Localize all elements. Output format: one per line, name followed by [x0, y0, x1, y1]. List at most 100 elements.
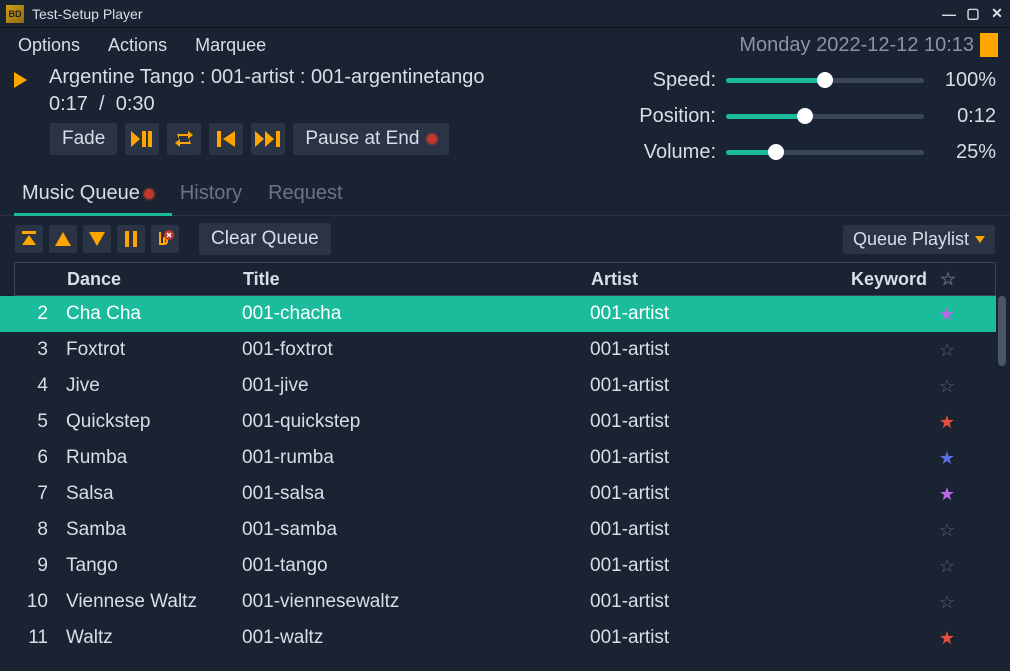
row-dance: Samba: [58, 519, 238, 541]
table-row[interactable]: 9Tango001-tango001-artist☆: [14, 548, 996, 584]
minimize-icon[interactable]: —: [942, 7, 956, 21]
favorite-star-icon[interactable]: ★: [932, 412, 962, 433]
table-row[interactable]: 6Rumba001-rumba001-artist★: [14, 440, 996, 476]
row-artist: 001-artist: [586, 339, 834, 361]
chevron-down-icon: [975, 236, 985, 243]
pause-at-end-button[interactable]: Pause at End: [292, 122, 450, 156]
row-dance: Salsa: [58, 483, 238, 505]
move-top-button[interactable]: [14, 224, 44, 254]
row-artist: 001-artist: [586, 555, 834, 577]
row-title: 001-waltz: [238, 627, 586, 649]
row-number: 7: [14, 483, 58, 505]
menu-marquee[interactable]: Marquee: [181, 31, 280, 60]
row-artist: 001-artist: [586, 303, 834, 325]
favorite-star-icon[interactable]: ☆: [932, 520, 962, 541]
favorite-star-icon[interactable]: ★: [932, 448, 962, 469]
move-up-button[interactable]: [48, 224, 78, 254]
play-pause-button[interactable]: [124, 122, 160, 156]
table-row[interactable]: 5Quickstep001-quickstep001-artist★: [14, 404, 996, 440]
speed-slider[interactable]: [726, 78, 924, 83]
row-dance: Waltz: [58, 627, 238, 649]
menu-options[interactable]: Options: [12, 31, 94, 60]
queue-indicator-icon: [144, 189, 154, 199]
row-artist: 001-artist: [586, 591, 834, 613]
queue-playlist-dropdown[interactable]: Queue Playlist: [842, 224, 996, 255]
volume-slider-row: Volume: 25%: [616, 138, 996, 166]
row-title: 001-quickstep: [238, 411, 586, 433]
scrollbar[interactable]: [998, 296, 1006, 366]
queue-toolbar: Clear Queue Queue Playlist: [0, 216, 1010, 262]
window-title: Test-Setup Player: [32, 6, 942, 22]
speed-slider-row: Speed: 100%: [616, 66, 996, 94]
table-row[interactable]: 11Waltz001-waltz001-artist★: [14, 620, 996, 656]
col-artist[interactable]: Artist: [587, 269, 835, 290]
col-dance[interactable]: Dance: [59, 269, 239, 290]
table-row[interactable]: 10Viennese Waltz001-viennesewaltz001-art…: [14, 584, 996, 620]
repeat-button[interactable]: [166, 122, 202, 156]
table-row[interactable]: 7Salsa001-salsa001-artist ★: [14, 476, 996, 512]
table-row[interactable]: 2Cha Cha001-chacha001-artist★: [14, 296, 996, 332]
now-playing-title: Argentine Tango : 001-artist : 001-argen…: [49, 66, 616, 89]
row-dance: Jive: [58, 375, 238, 397]
volume-value: 25%: [936, 141, 996, 164]
move-down-button[interactable]: [82, 224, 112, 254]
favorite-star-icon[interactable]: ☆: [932, 340, 962, 361]
fade-button[interactable]: Fade: [49, 122, 118, 156]
table-row[interactable]: 4Jive001-jive001-artist☆: [14, 368, 996, 404]
row-title: 001-viennesewaltz: [238, 591, 586, 613]
clear-queue-button[interactable]: Clear Queue: [198, 222, 332, 256]
col-favorite-icon[interactable]: ☆: [933, 269, 963, 290]
close-icon[interactable]: ✕: [990, 7, 1004, 21]
row-artist: 001-artist: [586, 411, 834, 433]
volume-label: Volume:: [616, 141, 716, 164]
menubar: Options Actions Marquee Monday 2022-12-1…: [0, 28, 1010, 62]
favorite-star-icon[interactable]: ☆: [932, 592, 962, 613]
row-number: 5: [14, 411, 58, 433]
now-playing-section: Argentine Tango : 001-artist : 001-argen…: [0, 62, 1010, 174]
next-song-button[interactable]: [250, 122, 286, 156]
favorite-star-icon[interactable]: ★: [932, 628, 962, 649]
col-title[interactable]: Title: [239, 269, 587, 290]
favorite-star-icon[interactable]: ★: [932, 304, 962, 325]
position-slider[interactable]: [726, 114, 924, 119]
row-title: 001-rumba: [238, 447, 586, 469]
tab-request[interactable]: Request: [260, 174, 361, 215]
row-title: 001-tango: [238, 555, 586, 577]
row-number: 4: [14, 375, 58, 397]
titlebar: BD Test-Setup Player — ▢ ✕: [0, 0, 1010, 28]
table-header: Dance Title Artist Keyword ☆: [14, 262, 996, 296]
row-dance: Rumba: [58, 447, 238, 469]
row-title: 001-samba: [238, 519, 586, 541]
row-title: 001-salsa: [238, 483, 586, 505]
transport-controls: Fade Pause at End: [49, 122, 616, 164]
row-title: 001-jive: [238, 375, 586, 397]
menu-actions[interactable]: Actions: [94, 31, 181, 60]
speed-value: 100%: [936, 69, 996, 92]
play-indicator-icon: [14, 72, 27, 88]
favorite-star-icon[interactable]: ☆: [932, 556, 962, 577]
speed-label: Speed:: [616, 69, 716, 92]
favorite-star-icon[interactable]: ☆: [932, 376, 962, 397]
record-dot-icon: [427, 134, 437, 144]
table-row[interactable]: 8Samba001-samba001-artist☆: [14, 512, 996, 548]
row-dance: Foxtrot: [58, 339, 238, 361]
row-number: 6: [14, 447, 58, 469]
volume-slider[interactable]: [726, 150, 924, 155]
maximize-icon[interactable]: ▢: [966, 7, 980, 21]
row-title: 001-foxtrot: [238, 339, 586, 361]
toggle-pause-button[interactable]: [116, 224, 146, 254]
row-number: 8: [14, 519, 58, 541]
row-number: 3: [14, 339, 58, 361]
tab-music-queue[interactable]: Music Queue: [14, 174, 172, 215]
favorite-star-icon[interactable]: ★: [932, 484, 962, 505]
row-number: 10: [14, 591, 58, 613]
position-label: Position:: [616, 105, 716, 128]
remove-button[interactable]: [150, 224, 180, 254]
row-title: 001-chacha: [238, 303, 586, 325]
row-artist: 001-artist: [586, 483, 834, 505]
tab-history[interactable]: History: [172, 174, 260, 215]
col-keyword[interactable]: Keyword: [835, 269, 933, 290]
clock-indicator: [980, 33, 998, 57]
table-row[interactable]: 3Foxtrot001-foxtrot001-artist ☆: [14, 332, 996, 368]
begin-song-button[interactable]: [208, 122, 244, 156]
